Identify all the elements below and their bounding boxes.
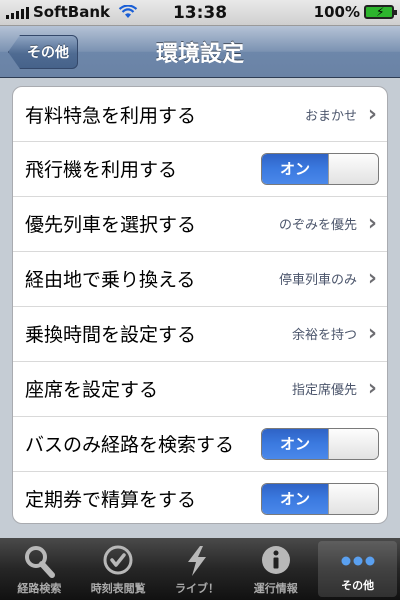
setting-row-priority-train[interactable]: 優先列車を選択する のぞみを優先 › [13,196,387,250]
tab-more[interactable]: その他 [318,541,397,597]
setting-row-airplane: 飛行機を利用する オン [13,141,387,195]
setting-value: おまかせ [304,108,357,124]
clock-icon [103,545,133,575]
info-icon [261,546,290,574]
battery-icon: ⚡ [364,5,397,19]
status-bar: SoftBank 13:38 100% ⚡ [0,0,400,26]
setting-value: 余裕を持つ [291,328,357,343]
tab-label: 時刻表閲覧 [90,582,146,595]
tab-route-search[interactable]: 経路検索 [0,538,79,600]
chevron-right-icon: › [367,101,377,127]
battery-percent: 100% [313,3,360,21]
setting-label: バスのみ経路を検索する [25,434,235,456]
setting-label: 優先列車を選択する [25,214,197,236]
setting-label: 経由地で乗り換える [25,269,196,291]
setting-label: 乗換時間を設定する [25,324,197,346]
setting-label: 飛行機を利用する [25,159,178,181]
chevron-right-icon: › [367,321,377,346]
setting-value: 指定席優先 [291,383,357,398]
setting-label: 定期券で精算をする [25,489,197,511]
setting-row-transfer-time[interactable]: 乗換時間を設定する 余裕を持つ › [13,306,387,360]
commuter-pass-toggle[interactable]: オン [261,482,379,515]
tab-label: 経路検索 [17,582,62,595]
tab-label: 運行情報 [253,582,298,595]
setting-row-via-transfer[interactable]: 経由地で乗り換える 停車列車のみ › [13,251,387,305]
setting-label: 座席を設定する [25,379,159,401]
setting-label: 有料特急を利用する [25,104,197,127]
toggle-on-label: オン [262,428,328,459]
more-icon [341,556,375,566]
toggle-knob[interactable] [328,483,378,514]
lightning-icon [187,546,206,576]
chevron-right-icon: › [367,266,377,291]
settings-group: 有料特急を利用する おまかせ › 飛行機を利用する オン 優先列車を選択する の… [12,86,388,524]
setting-value: 停車列車のみ [278,273,357,288]
bus-only-toggle[interactable]: オン [261,427,379,460]
toggle-on-label: オン [262,153,328,184]
airplane-toggle[interactable]: オン [261,152,379,185]
setting-row-commuter-pass: 定期券で精算をする オン [13,471,387,523]
tab-bar: 経路検索 時刻表閲覧 ライブ！ 運行情報 その他 [0,538,400,600]
tab-timetable[interactable]: 時刻表閲覧 [79,538,158,600]
setting-value: のぞみを優先 [278,218,357,233]
setting-row-limited-express[interactable]: 有料特急を利用する おまかせ › [13,87,387,141]
page-title: 環境設定 [155,42,244,67]
search-icon [25,546,56,578]
toggle-on-label: オン [262,483,328,514]
tab-live[interactable]: ライブ！ [158,538,237,600]
setting-row-bus-only: バスのみ経路を検索する オン [13,416,387,470]
setting-row-seat[interactable]: 座席を設定する 指定席優先 › [13,361,387,415]
tab-service-info[interactable]: 運行情報 [236,538,315,600]
toggle-knob[interactable] [328,428,378,459]
toggle-knob[interactable] [328,153,378,184]
chevron-right-icon: › [367,211,377,236]
navigation-bar: その他 環境設定 [0,26,400,78]
chevron-right-icon: › [367,376,377,401]
tab-label: ライブ！ [174,582,219,595]
